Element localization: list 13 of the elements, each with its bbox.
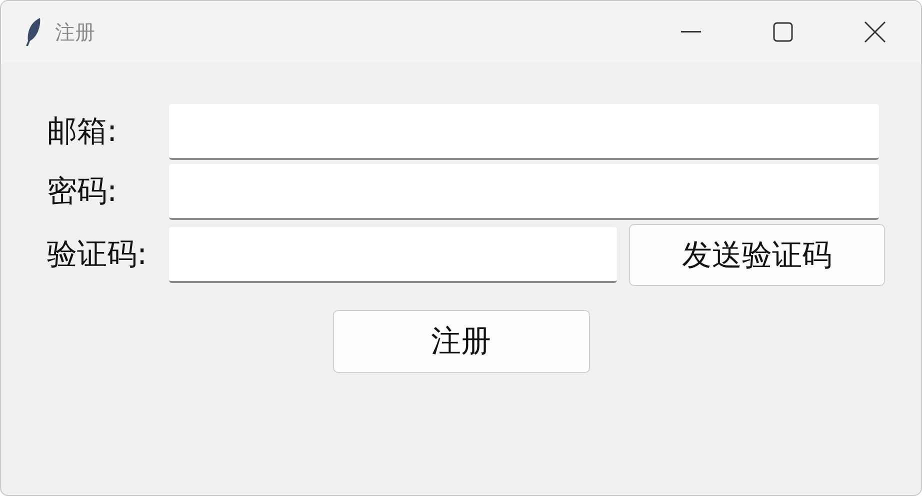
input-field[interactable] xyxy=(169,227,617,283)
register-button[interactable]: 注册 xyxy=(332,310,590,373)
close-icon xyxy=(864,21,886,43)
feather-icon xyxy=(23,17,43,47)
maximize-icon xyxy=(773,22,793,42)
send-code-button[interactable]: 发送验证码 xyxy=(629,224,885,286)
window-title: 注册 xyxy=(55,18,96,46)
field-label: 密码: xyxy=(47,173,118,211)
field-label: 邮箱: xyxy=(47,113,118,151)
input-field[interactable] xyxy=(169,104,879,160)
minimize-icon xyxy=(681,31,701,33)
field-label: 验证码: xyxy=(47,236,148,274)
input-field[interactable] xyxy=(169,164,879,220)
